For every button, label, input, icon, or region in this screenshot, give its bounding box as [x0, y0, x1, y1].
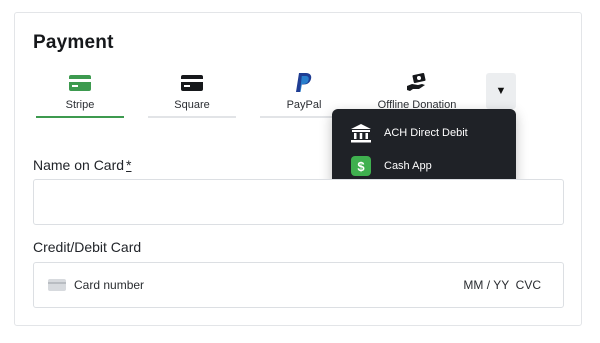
card-label: Credit/Debit Card [33, 239, 142, 255]
credit-card-icon [69, 72, 91, 94]
tab-paypal-label: PayPal [286, 99, 322, 111]
more-methods-button[interactable]: ▼ [486, 73, 516, 109]
tab-square[interactable]: Square [148, 66, 236, 118]
name-on-card-field[interactable] [33, 179, 564, 225]
required-mark: * [126, 157, 132, 173]
dropdown-item-cash-app[interactable]: $ Cash App [332, 149, 516, 183]
tab-stripe[interactable]: Stripe [36, 66, 124, 118]
svg-text:$: $ [357, 159, 365, 174]
expiry-cvc-placeholder: MM / YY CVC [463, 278, 541, 292]
dropdown-item-ach-direct-debit[interactable]: ACH Direct Debit [332, 116, 516, 150]
name-on-card-label: Name on Card * [33, 157, 132, 173]
cash-app-icon: $ [350, 155, 372, 177]
bank-icon [350, 122, 372, 144]
name-on-card-label-text: Name on Card [33, 157, 125, 173]
tab-stripe-label: Stripe [65, 99, 95, 111]
card-number-field[interactable]: Card number MM / YY CVC [33, 262, 564, 308]
dropdown-item-label: ACH Direct Debit [384, 127, 468, 139]
tab-square-label: Square [174, 99, 210, 111]
tab-square-underline [148, 116, 236, 118]
chevron-down-icon: ▼ [495, 85, 507, 97]
more-methods-dropdown: ACH Direct Debit $ Cash App [332, 109, 516, 187]
money-hand-icon [405, 72, 429, 94]
dropdown-item-label: Cash App [384, 160, 432, 172]
card-brand-icon [48, 279, 66, 291]
paypal-icon [295, 72, 313, 94]
tab-stripe-underline [36, 116, 124, 118]
card-number-placeholder: Card number [74, 278, 145, 292]
square-card-icon [181, 72, 203, 94]
